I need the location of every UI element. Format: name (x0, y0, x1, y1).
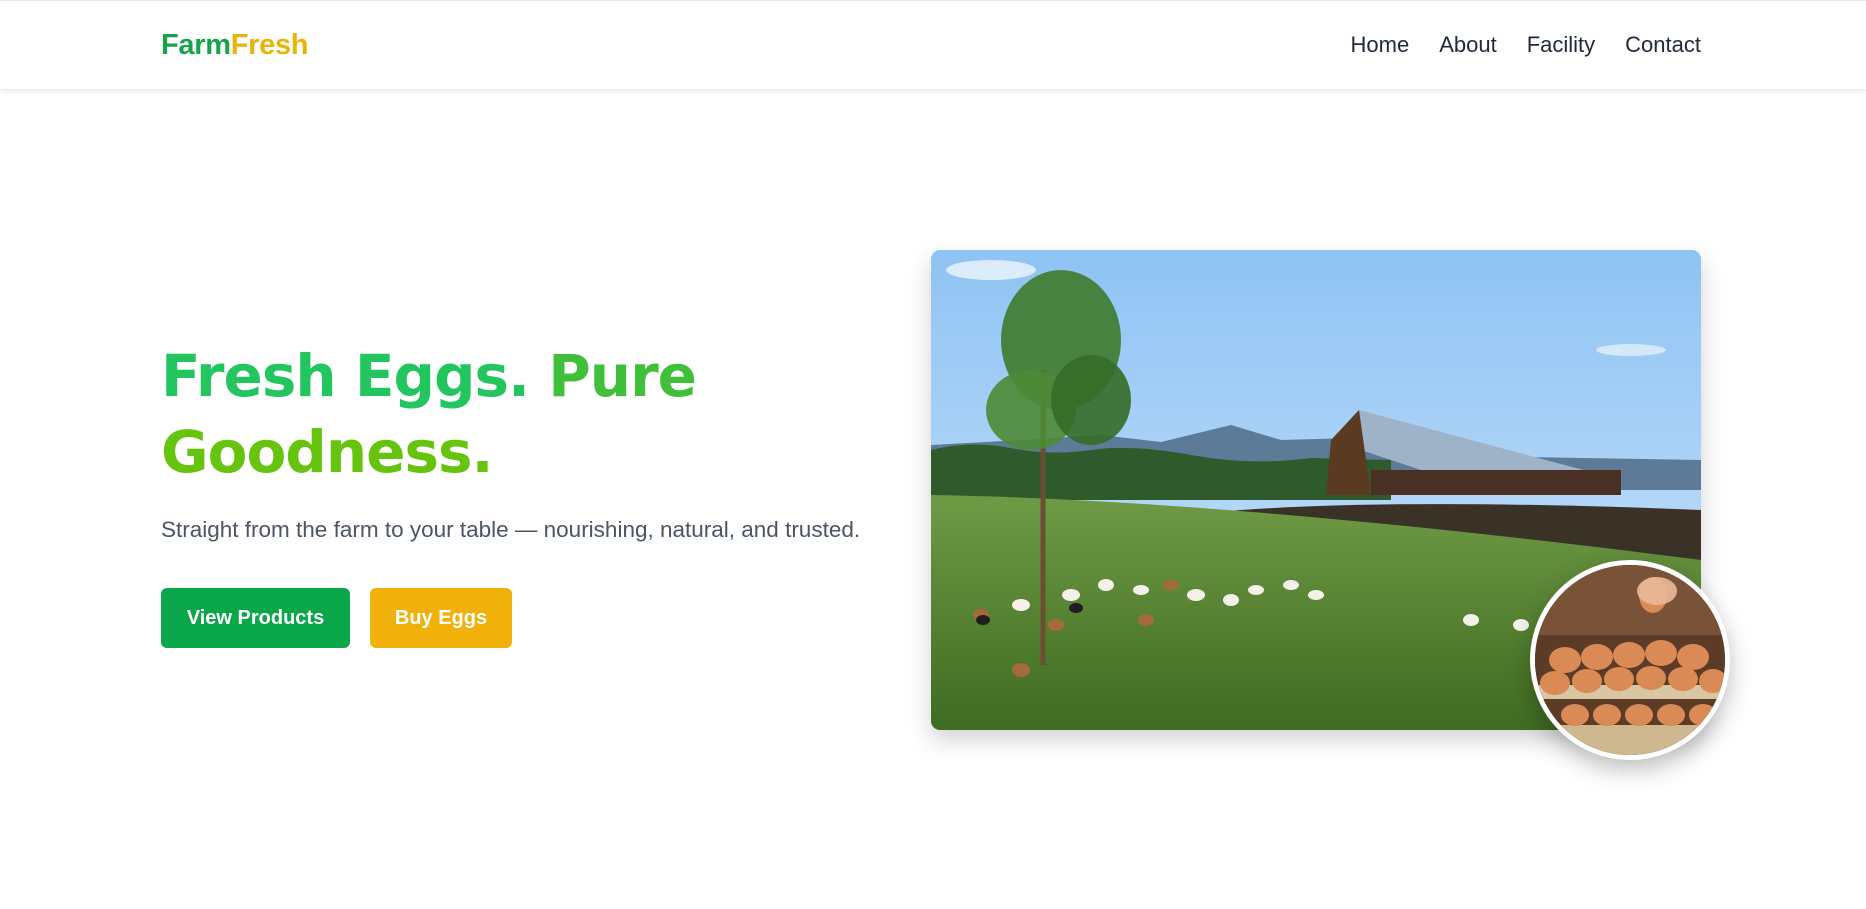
brand-logo[interactable]: FarmFresh (161, 29, 309, 62)
hero-title-goodness: Goodness. (161, 418, 494, 486)
hero-subtitle: Straight from the farm to your table — n… (161, 517, 861, 542)
main-nav: Home About Facility Contact (1351, 32, 1701, 58)
brand-part-fresh: Fresh (230, 29, 309, 61)
nav-link-home[interactable]: Home (1351, 32, 1410, 58)
nav-link-facility[interactable]: Facility (1527, 32, 1595, 58)
buy-eggs-button[interactable]: Buy Eggs (370, 588, 512, 648)
view-products-button[interactable]: View Products (161, 588, 350, 648)
hero-title: Fresh Eggs. Pure Goodness. (161, 338, 781, 490)
brand-part-farm: Farm (161, 29, 231, 61)
nav-link-about[interactable]: About (1439, 32, 1497, 58)
nav-link-contact[interactable]: Contact (1625, 32, 1701, 58)
eggs-badge-image (1530, 560, 1730, 760)
navbar: FarmFresh Home About Facility Contact (0, 0, 1866, 89)
hero-title-pure: Pure (548, 342, 697, 410)
hero-title-line1: Fresh Eggs. Pure (161, 338, 781, 414)
hero-title-fresh-eggs: Fresh Eggs. (161, 342, 530, 410)
